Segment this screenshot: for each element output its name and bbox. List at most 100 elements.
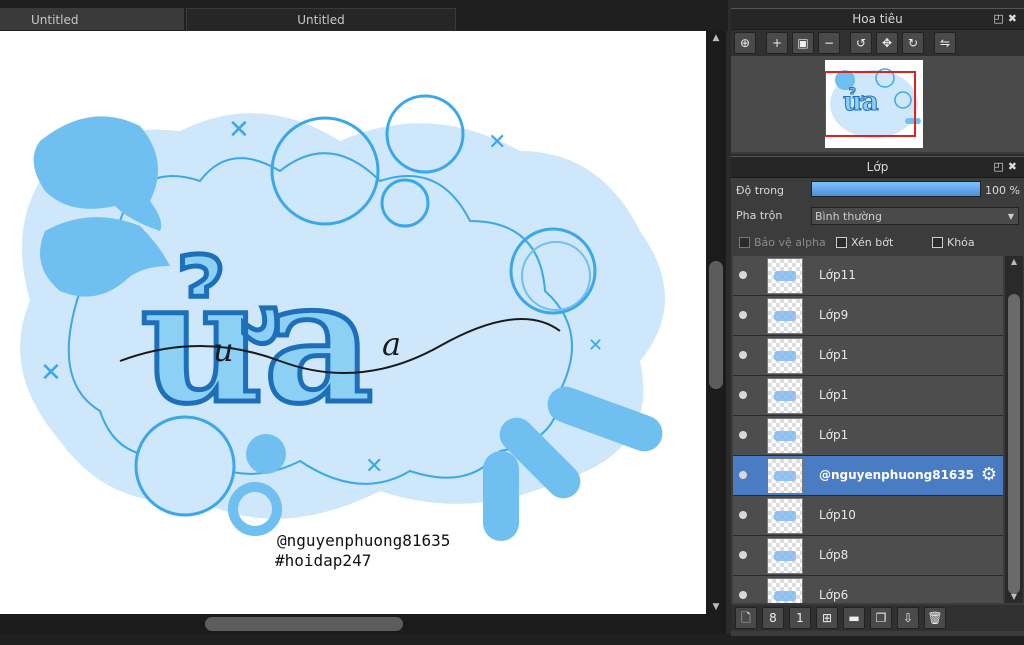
reset-icon[interactable]: ✥ <box>876 32 898 54</box>
visibility-icon[interactable] <box>739 431 747 439</box>
chevron-down-icon: ▼ <box>1007 212 1014 221</box>
visibility-icon[interactable] <box>739 591 747 599</box>
navigator-preview[interactable]: ửa <box>731 56 1024 152</box>
capsule-shape <box>483 451 519 541</box>
canvas-vertical-scrollbar[interactable]: ▲ ▼ <box>706 31 726 614</box>
layer-name: @nguyenphuong81635 <box>819 468 974 482</box>
layer-row[interactable]: Lớp10 <box>733 496 1003 536</box>
lock-checkbox[interactable]: Khóa <box>932 236 975 249</box>
layer-toolbar: 🗋 8 1 ⊞ ▬ ❐ ⇩ 🗑 <box>731 605 1024 631</box>
visibility-icon[interactable] <box>739 391 747 399</box>
layer-thumbnail <box>767 538 803 574</box>
visibility-icon[interactable] <box>739 351 747 359</box>
visibility-icon[interactable] <box>739 511 747 519</box>
layer-thumbnail <box>767 578 803 603</box>
layer-thumbnail <box>767 298 803 334</box>
rotate-left-icon[interactable]: ↺ <box>850 32 872 54</box>
gear-icon[interactable]: ⚙ <box>979 465 999 485</box>
layer-row[interactable]: Lớp9 <box>733 296 1003 336</box>
opacity-slider[interactable] <box>811 181 981 197</box>
clip-label: Xén bớt <box>851 236 894 249</box>
navigator-panel: Hoa tiêu ◰✖ ⊕ + ▣ − ↺ ✥ ↻ ⇋ ửa <box>731 8 1024 154</box>
layer-row[interactable]: Lớp1 <box>733 336 1003 376</box>
drawing-canvas[interactable]: ✕ ✕ ✕ ✕ ✕ ửa u a @nguyenphuong81635 #hoi… <box>0 31 706 614</box>
cross-mark: ✕ <box>40 358 62 388</box>
scroll-down-icon[interactable]: ▼ <box>706 600 726 614</box>
layer-list-scrollbar[interactable]: ▲ ▼ <box>1005 256 1023 603</box>
flip-icon[interactable]: ⇋ <box>934 32 956 54</box>
undock-icon[interactable]: ◰ <box>993 160 1007 173</box>
navigator-title: Hoa tiêu <box>852 12 903 26</box>
layer-row[interactable]: Lớp8 <box>733 536 1003 576</box>
new-layer-icon[interactable]: 🗋 <box>735 607 757 629</box>
navigator-toolbar: ⊕ + ▣ − ↺ ✥ ↻ ⇋ <box>731 30 1024 56</box>
scroll-up-icon[interactable]: ▲ <box>1005 256 1023 268</box>
zoom-out-icon[interactable]: − <box>818 32 840 54</box>
tab-untitled-2[interactable]: Untitled <box>186 8 456 31</box>
opacity-value: 100 % <box>985 184 1020 197</box>
protect-alpha-checkbox[interactable]: Bảo vệ alpha <box>739 236 826 249</box>
layer-row[interactable]: Lớp1 <box>733 376 1003 416</box>
layer-name: Lớp9 <box>819 308 849 322</box>
layer-thumbnail <box>767 498 803 534</box>
zoom-fit-icon[interactable]: ⊕ <box>734 32 756 54</box>
cross-mark: ✕ <box>365 454 383 479</box>
layer-row[interactable]: Lớp1 <box>733 416 1003 456</box>
rotate-right-icon[interactable]: ↻ <box>902 32 924 54</box>
credit-username: @nguyenphuong81635 <box>277 531 450 550</box>
new-1bit-layer-icon[interactable]: 1 <box>789 607 811 629</box>
merge-down-icon[interactable]: ⇩ <box>897 607 919 629</box>
visibility-icon[interactable] <box>739 271 747 279</box>
panel-title: Hoa tiêu ◰✖ <box>731 8 1024 30</box>
layer-name: Lớp11 <box>819 268 856 282</box>
cross-mark: ✕ <box>488 130 506 155</box>
undock-icon[interactable]: ◰ <box>993 12 1007 25</box>
cross-mark: ✕ <box>588 335 603 356</box>
duplicate-layer-icon[interactable]: ❐ <box>870 607 892 629</box>
layer-thumbnail <box>767 338 803 374</box>
layer-name: Lớp10 <box>819 508 856 522</box>
main-lettering: ửa <box>140 242 374 442</box>
visibility-icon[interactable] <box>739 551 747 559</box>
preview-thumbnail: ửa <box>825 60 923 148</box>
visibility-icon[interactable] <box>739 471 747 479</box>
delete-layer-icon[interactable]: 🗑 <box>924 607 946 629</box>
scroll-thumb[interactable] <box>1008 294 1020 594</box>
layer-name: Lớp1 <box>819 348 849 362</box>
layer-thumbnail <box>767 378 803 414</box>
artwork: ✕ ✕ ✕ ✕ ✕ ửa u a @nguyenphuong81635 #hoi… <box>20 94 665 570</box>
scroll-down-icon[interactable]: ▼ <box>1005 591 1023 603</box>
cross-mark: ✕ <box>228 115 250 145</box>
scroll-thumb[interactable] <box>205 617 403 631</box>
layer-row[interactable]: @nguyenphuong81635 ⚙ <box>733 456 1003 496</box>
layer-name: Lớp1 <box>819 388 849 402</box>
blend-label: Pha trộn <box>736 209 783 222</box>
clip-checkbox[interactable]: Xén bớt <box>836 236 893 249</box>
layer-name: Lớp8 <box>819 548 849 562</box>
credit-hashtag: #hoidap247 <box>275 551 371 570</box>
layer-row[interactable]: Lớp11 <box>733 256 1003 296</box>
document-tabs: Untitled Untitled <box>0 0 728 31</box>
canvas-horizontal-scrollbar[interactable] <box>0 614 726 634</box>
close-icon[interactable]: ✖ <box>1008 12 1021 25</box>
zoom-in-icon[interactable]: + <box>766 32 788 54</box>
add-layer-menu-icon[interactable]: ⊞ <box>816 607 838 629</box>
scroll-thumb[interactable] <box>709 261 723 389</box>
blend-mode-select[interactable]: Bình thường ▼ <box>811 207 1019 225</box>
fit-screen-icon[interactable]: ▣ <box>792 32 814 54</box>
tab-untitled-1[interactable]: Untitled <box>0 8 184 30</box>
close-icon[interactable]: ✖ <box>1008 160 1021 173</box>
layer-name: Lớp1 <box>819 428 849 442</box>
opacity-label: Độ trong <box>736 184 785 197</box>
viewport-rectangle[interactable] <box>825 71 916 137</box>
layer-list: Lớp11 Lớp9 Lớp1 Lớp1 Lớp1 @nguyenphuong81635 ⚙… <box>733 256 1003 603</box>
new-8bit-layer-icon[interactable]: 8 <box>762 607 784 629</box>
folder-icon[interactable]: ▬ <box>843 607 865 629</box>
protect-alpha-label: Bảo vệ alpha <box>754 236 826 249</box>
panel-title: Lớp ◰✖ <box>731 156 1024 178</box>
blend-mode-value: Bình thường <box>815 210 882 223</box>
scroll-up-icon[interactable]: ▲ <box>706 31 726 45</box>
layer-row[interactable]: Lớp6 <box>733 576 1003 603</box>
visibility-icon[interactable] <box>739 311 747 319</box>
layer-thumbnail <box>767 418 803 454</box>
